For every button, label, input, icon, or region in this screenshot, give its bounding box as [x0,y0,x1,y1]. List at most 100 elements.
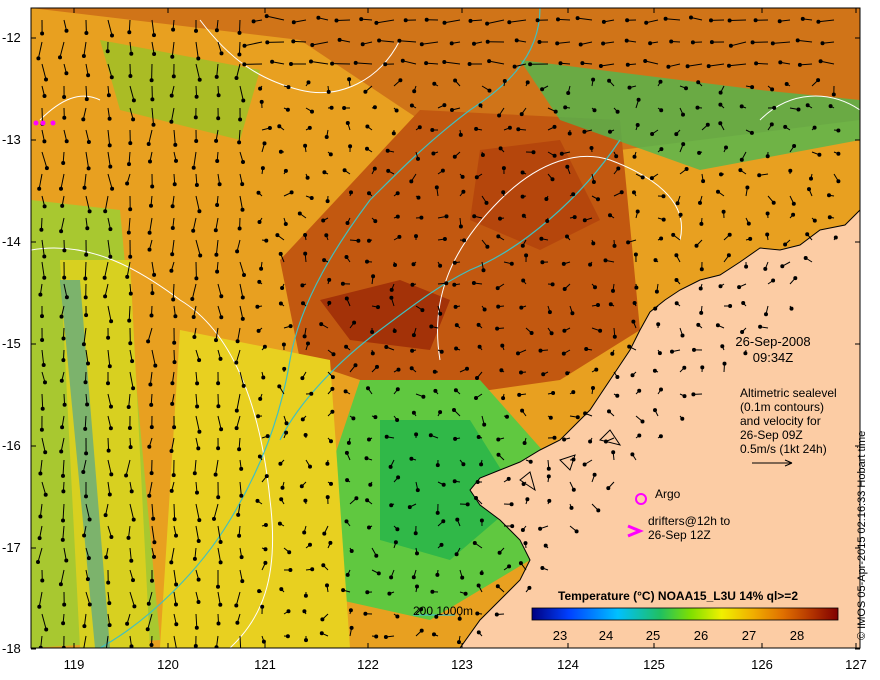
velocity-arrow-head [594,367,599,372]
velocity-arrow-head [389,287,394,292]
velocity-arrow-head [239,466,244,471]
velocity-arrow-head [170,401,175,406]
velocity-arrow-head [44,166,49,171]
velocity-arrow-head [783,242,788,247]
velocity-arrow-head [174,582,179,587]
velocity-arrow-head [494,612,499,617]
velocity-arrow-head [827,193,831,198]
velocity-arrow-head [356,238,361,243]
velocity-arrow-head [125,274,130,279]
velocity-arrow-head [106,448,111,453]
x-tick-label: 122 [357,657,379,672]
velocity-arrow-head [103,513,108,518]
velocity-arrow-head [195,404,200,409]
altimetry-line: Altimetric sealevel [740,386,837,400]
velocity-arrow-head [549,331,554,336]
velocity-arrow-head [302,530,307,535]
velocity-arrow-head [237,533,242,538]
velocity-arrow-head [640,175,645,180]
y-tick-label: -14 [2,234,21,249]
velocity-arrow-head [84,31,89,35]
velocity-arrow-head [750,85,755,90]
velocity-arrow-head [522,441,527,445]
velocity-arrow-head [415,551,419,556]
velocity-arrow-head [603,258,608,263]
velocity-arrow-head [505,414,509,419]
velocity-arrow-head [792,144,797,148]
velocity-arrow-head [539,236,544,241]
velocity-arrow-head [411,410,416,415]
velocity-arrow-head [805,232,810,237]
velocity-arrow-head [59,186,63,191]
velocity-arrow-head [771,278,776,283]
velocity-arrow-head [718,284,723,289]
velocity-arrow-head [699,310,704,315]
velocity-arrow-head [110,186,115,191]
velocity-arrow-head [43,450,48,455]
velocity-arrow-head [59,229,64,234]
velocity-arrow-head [791,201,796,206]
velocity-arrow-head [695,105,700,110]
velocity-arrow-head [61,489,66,494]
velocity-arrow-head [474,396,478,400]
velocity-arrow-head [309,196,314,200]
velocity-arrow-head [128,291,133,296]
velocity-arrow-head [805,103,810,108]
velocity-arrow-head [107,364,112,369]
velocity-arrow-head [699,267,704,272]
velocity-arrow-head [575,415,580,420]
velocity-arrow-head [391,131,396,136]
velocity-arrow-head [696,80,701,85]
velocity-arrow-head [517,392,522,397]
velocity-arrow-head [520,194,525,199]
velocity-arrow-head [412,89,417,94]
velocity-arrow-head [653,258,658,263]
velocity-arrow-head [387,591,392,596]
velocity-arrow-head [475,376,479,380]
velocity-arrow-head [196,539,201,543]
velocity-arrow-head [625,18,630,23]
velocity-arrow-head [109,535,114,539]
velocity-arrow-head [395,527,400,532]
velocity-arrow-head [346,440,351,445]
velocity-arrow-head [525,80,530,85]
velocity-arrow-head [308,464,312,469]
velocity-arrow-head [42,254,47,259]
velocity-arrow-head [516,127,521,132]
velocity-arrow-head [538,348,543,353]
velocity-arrow-head [279,497,284,502]
velocity-arrow-head [172,517,177,522]
velocity-arrow-head [453,78,458,83]
velocity-arrow-head [545,219,550,223]
velocity-arrow-head [575,16,580,21]
velocity-arrow-head [636,97,641,102]
velocity-arrow-head [192,335,197,339]
velocity-arrow-head [784,82,789,86]
velocity-arrow-head [619,190,624,195]
velocity-arrow-head [172,340,177,345]
velocity-arrow-head [521,278,526,283]
velocity-arrow-head [525,497,530,502]
velocity-arrow-head [344,344,349,349]
velocity-arrow-head [592,108,597,113]
velocity-arrow-head [320,617,325,622]
velocity-arrow-head [584,347,589,351]
velocity-arrow-head [240,579,245,584]
velocity-arrow-head [62,115,67,120]
velocity-arrow-head [39,227,44,232]
velocity-arrow-head [59,314,64,319]
drifter-marker [33,120,39,126]
velocity-arrow-head [242,62,247,67]
velocity-arrow-head [236,512,241,517]
velocity-arrow-head [552,153,557,158]
velocity-arrow-head [85,577,90,582]
velocity-arrow-head [82,624,87,629]
velocity-arrow-head [682,394,687,399]
velocity-arrow-head [256,190,261,195]
velocity-arrow-head [64,558,69,563]
velocity-arrow-head [42,204,47,209]
velocity-arrow-head [596,508,601,513]
velocity-arrow-head [812,125,817,130]
velocity-arrow-head [277,521,282,526]
velocity-arrow-head [42,275,47,280]
